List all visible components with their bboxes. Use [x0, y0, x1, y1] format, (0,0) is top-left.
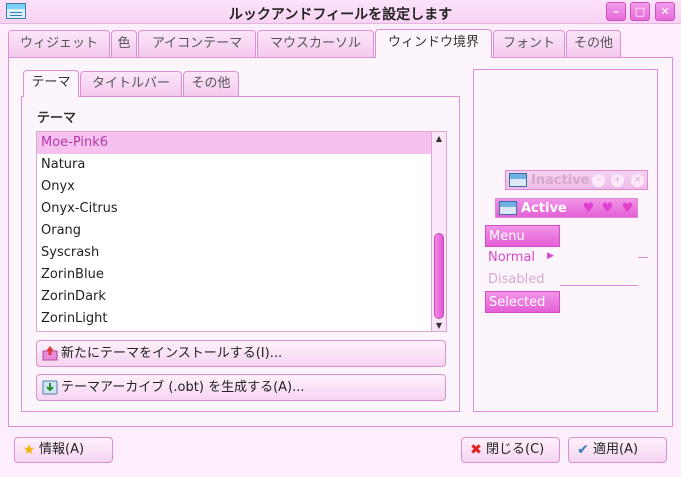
apply-button[interactable]: ✔ 適用(A)	[568, 437, 667, 463]
submenu-arrow-icon: ▶	[547, 251, 554, 261]
scroll-up-arrow-icon[interactable]: ▲	[435, 135, 443, 143]
close-window-button[interactable]: ✕	[655, 2, 675, 21]
close-label: 閉じる(C)	[486, 442, 545, 457]
theme-item[interactable]: Natura	[37, 154, 431, 176]
window-title: ルックアンドフィールを設定します	[228, 7, 453, 23]
tab-widget[interactable]: ウィジェット	[8, 30, 110, 57]
theme-item[interactable]: Syscrash	[37, 242, 431, 264]
install-package-icon	[42, 346, 58, 361]
heart-minimize-icon: ♥	[582, 201, 595, 216]
tab-icon-theme[interactable]: アイコンテーマ	[138, 30, 256, 57]
install-theme-button[interactable]: 新たにテーマをインストールする(I)...	[36, 340, 446, 367]
theme-item[interactable]: Orang	[37, 220, 431, 242]
preview-inactive-title: Inactive	[531, 173, 590, 188]
install-theme-label: 新たにテーマをインストールする(I)...	[61, 346, 283, 361]
archive-icon	[42, 380, 58, 395]
preview-menu-header: Menu	[485, 225, 560, 247]
tab-font[interactable]: フォント	[493, 30, 565, 57]
inner-tab-titlebar[interactable]: タイトルバー	[80, 71, 182, 96]
theme-item[interactable]: Onyx-Citrus	[37, 198, 431, 220]
theme-item[interactable]: Onyx	[37, 176, 431, 198]
create-archive-label: テーマアーカイブ (.obt) を生成する(A)...	[61, 380, 305, 395]
scrollbar-thumb[interactable]	[434, 233, 444, 319]
checkmark-icon: ✔	[577, 442, 589, 458]
tab-window-border[interactable]: ウィンドウ境界	[375, 29, 492, 58]
close-icon: ×	[631, 174, 644, 187]
create-archive-button[interactable]: テーマアーカイブ (.obt) を生成する(A)...	[36, 374, 446, 401]
theme-item[interactable]: ZorinLight	[37, 308, 431, 330]
close-button[interactable]: ✖ 閉じる(C)	[461, 437, 560, 463]
maximize-icon: +	[611, 174, 624, 187]
apply-label: 適用(A)	[593, 442, 639, 457]
preview-active-window: Active ♥ ♥ ♥	[495, 198, 638, 218]
info-label: 情報(A)	[39, 442, 85, 457]
minimize-icon: –	[592, 174, 605, 187]
info-button[interactable]: ★ 情報(A)	[14, 437, 113, 463]
preview-active-title: Active	[521, 201, 567, 216]
heart-close-icon: ♥	[621, 201, 634, 216]
inner-tab-other[interactable]: その他	[183, 71, 239, 96]
tab-mouse-cursor[interactable]: マウスカーソル	[257, 30, 374, 57]
title-bar: ルックアンドフィールを設定します – □ ✕	[0, 0, 681, 24]
preview-menu-disabled: Disabled	[488, 272, 545, 287]
preview-window-icon	[499, 201, 517, 215]
theme-item[interactable]: ZorinBlue	[37, 264, 431, 286]
preview-inactive-window: Inactive – + ×	[505, 170, 648, 190]
minimize-button[interactable]: –	[606, 2, 626, 21]
theme-list-scrollbar[interactable]: ▲ ▼	[432, 131, 447, 332]
theme-item[interactable]: ZorinDark	[37, 286, 431, 308]
preview-separator	[638, 257, 648, 258]
maximize-button[interactable]: □	[630, 2, 650, 21]
inner-tab-theme[interactable]: テーマ	[23, 70, 79, 97]
tab-other[interactable]: その他	[566, 30, 621, 57]
heart-maximize-icon: ♥	[601, 201, 614, 216]
close-x-icon: ✖	[470, 442, 482, 458]
preview-window-icon	[509, 173, 527, 187]
star-icon: ★	[22, 442, 36, 458]
theme-heading: テーマ	[37, 111, 77, 126]
theme-item-selected[interactable]: Moe-Pink6	[37, 132, 431, 154]
preview-menu-selected: Selected	[485, 291, 560, 313]
theme-list[interactable]: Moe-Pink6 Natura Onyx Onyx-Citrus Orang …	[36, 131, 432, 332]
tab-color[interactable]: 色	[111, 30, 137, 57]
scroll-down-arrow-icon[interactable]: ▼	[435, 322, 443, 330]
preview-divider	[560, 285, 638, 286]
